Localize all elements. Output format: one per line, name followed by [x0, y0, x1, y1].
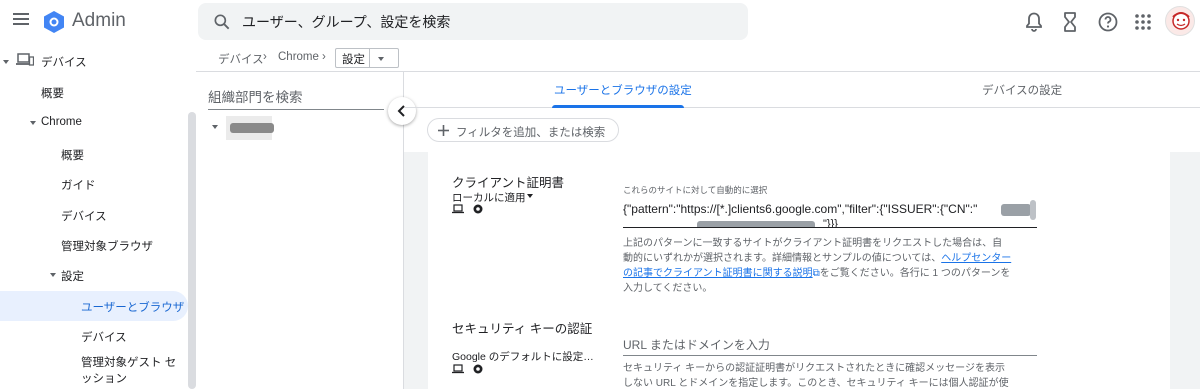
- laptop-icon: [452, 204, 464, 214]
- add-filter-button[interactable]: フィルタを追加、または検索: [427, 118, 619, 142]
- sidebar-item-guide[interactable]: ガイド: [61, 177, 96, 193]
- search-input[interactable]: [242, 9, 722, 35]
- devices-icon: [16, 53, 34, 66]
- sidebar-item-devices[interactable]: デバイス: [41, 54, 87, 70]
- redacted-issuer-line2: [697, 221, 815, 227]
- apps-grid-icon[interactable]: [1131, 10, 1155, 34]
- org-unit-search-input[interactable]: [208, 86, 384, 110]
- expand-caret-icon[interactable]: [50, 273, 56, 277]
- breadcrumb-chrome[interactable]: Chrome: [278, 51, 319, 63]
- client-cert-scope[interactable]: ローカルに適用: [452, 190, 526, 205]
- sidebar-item-chrome[interactable]: Chrome: [41, 116, 82, 128]
- breadcrumb: デバイス › Chrome › 設定: [196, 44, 1200, 72]
- redacted-org-name: [230, 123, 274, 133]
- client-cert-title: クライアント証明書: [452, 176, 565, 190]
- settings-tabs: ユーザーとブラウザの設定 デバイスの設定: [404, 72, 1200, 108]
- help-line: セキュリティ キーからの認証証明書がリクエストされたときに確認メッセージを表示: [623, 363, 1005, 374]
- chrome-icon: [473, 364, 483, 374]
- sidebar-item-overview[interactable]: 概要: [41, 85, 64, 101]
- breadcrumb-current: 設定: [342, 54, 365, 66]
- help-icon[interactable]: [1096, 10, 1120, 34]
- breadcrumb-settings-select[interactable]: 設定: [335, 48, 399, 68]
- tab-device-settings[interactable]: デバイスの設定: [982, 82, 1062, 98]
- chevron-down-icon[interactable]: [527, 194, 533, 198]
- chevron-down-icon: [378, 57, 384, 61]
- sidebar-item-users-browsers[interactable]: ユーザーとブラウザ: [81, 299, 184, 315]
- security-key-help-text: セキュリティ キーからの認証証明書がリクエストされたときに確認メッセージを表示 …: [623, 361, 1023, 391]
- client-cert-help-text: 上記のパターンに一致するサイトがクライアント証明書をリクエストした場合は、自 動…: [623, 236, 1013, 296]
- help-line: しない URL とドメインを指定します。このとき、セキュリティ キーには個人認証…: [623, 378, 1009, 389]
- chevron-right-icon: ›: [263, 51, 267, 63]
- expand-caret-icon[interactable]: [30, 121, 36, 125]
- top-bar: Admin: [0, 0, 1200, 44]
- app-title: Admin: [72, 10, 126, 31]
- textarea-scrollbar[interactable]: [1030, 200, 1036, 220]
- org-unit-panel: [196, 72, 404, 389]
- avatar-image: [1172, 12, 1190, 30]
- help-line: 上記のパターンに一致するサイトがクライアント証明書をリクエストした場合は、自: [623, 238, 1003, 249]
- chevron-right-icon: ›: [322, 51, 326, 63]
- bell-icon[interactable]: [1022, 10, 1046, 34]
- client-cert-pattern-value: {"pattern":"https://[*.]clients6.google.…: [623, 202, 978, 216]
- security-key-title: セキュリティ キーの認証: [452, 322, 593, 336]
- plus-icon: [438, 125, 449, 136]
- search-icon[interactable]: [212, 12, 232, 32]
- sidebar-item-chrome-overview[interactable]: 概要: [61, 147, 84, 163]
- sidebar-item-managed-browsers[interactable]: 管理対象ブラウザ: [61, 238, 153, 254]
- active-tab-indicator: [552, 105, 684, 108]
- laptop-icon: [452, 364, 464, 374]
- sidebar-item-managed-guest-session[interactable]: 管理対象ゲスト セッション: [81, 355, 186, 387]
- help-line: 動的にいずれかが選択されます。詳細情報とサンプルの値については、: [623, 253, 942, 264]
- expand-caret-icon[interactable]: [212, 125, 218, 129]
- select-divider: [369, 49, 370, 67]
- filter-label: フィルタを追加、または検索: [456, 127, 606, 139]
- sidebar: デバイス 概要 Chrome 概要 ガイド デバイス 管理対象ブラウザ 設定 ユ…: [0, 44, 196, 389]
- org-unit-item-redacted[interactable]: [226, 116, 274, 140]
- security-key-url-input[interactable]: [623, 334, 1037, 356]
- search-bar[interactable]: [198, 3, 748, 40]
- external-link-icon: ⧉: [812, 268, 820, 279]
- client-cert-pattern-textarea[interactable]: {"pattern":"https://[*.]clients6.google.…: [623, 200, 1037, 228]
- breadcrumb-devices[interactable]: デバイス: [218, 51, 264, 67]
- redacted-issuer: [1001, 204, 1031, 216]
- sidebar-scrollbar[interactable]: [188, 112, 196, 389]
- google-admin-logo: [44, 11, 64, 33]
- tab-user-browser-settings[interactable]: ユーザーとブラウザの設定: [554, 82, 692, 98]
- hourglass-icon[interactable]: [1058, 10, 1082, 34]
- client-cert-pattern-value-line2: "}}}: [823, 218, 838, 228]
- sidebar-item-chrome-devices[interactable]: デバイス: [61, 208, 107, 224]
- chrome-icon: [473, 204, 483, 214]
- client-cert-field-label: これらのサイトに対して自動的に選択: [623, 185, 768, 195]
- security-key-scope: Google のデフォルトに設定し...: [452, 351, 602, 363]
- sidebar-item-settings[interactable]: 設定: [61, 268, 84, 284]
- menu-icon[interactable]: [10, 10, 32, 32]
- avatar[interactable]: [1165, 6, 1195, 36]
- sidebar-item-settings-devices[interactable]: デバイス: [81, 329, 127, 345]
- expand-caret-icon[interactable]: [3, 60, 9, 64]
